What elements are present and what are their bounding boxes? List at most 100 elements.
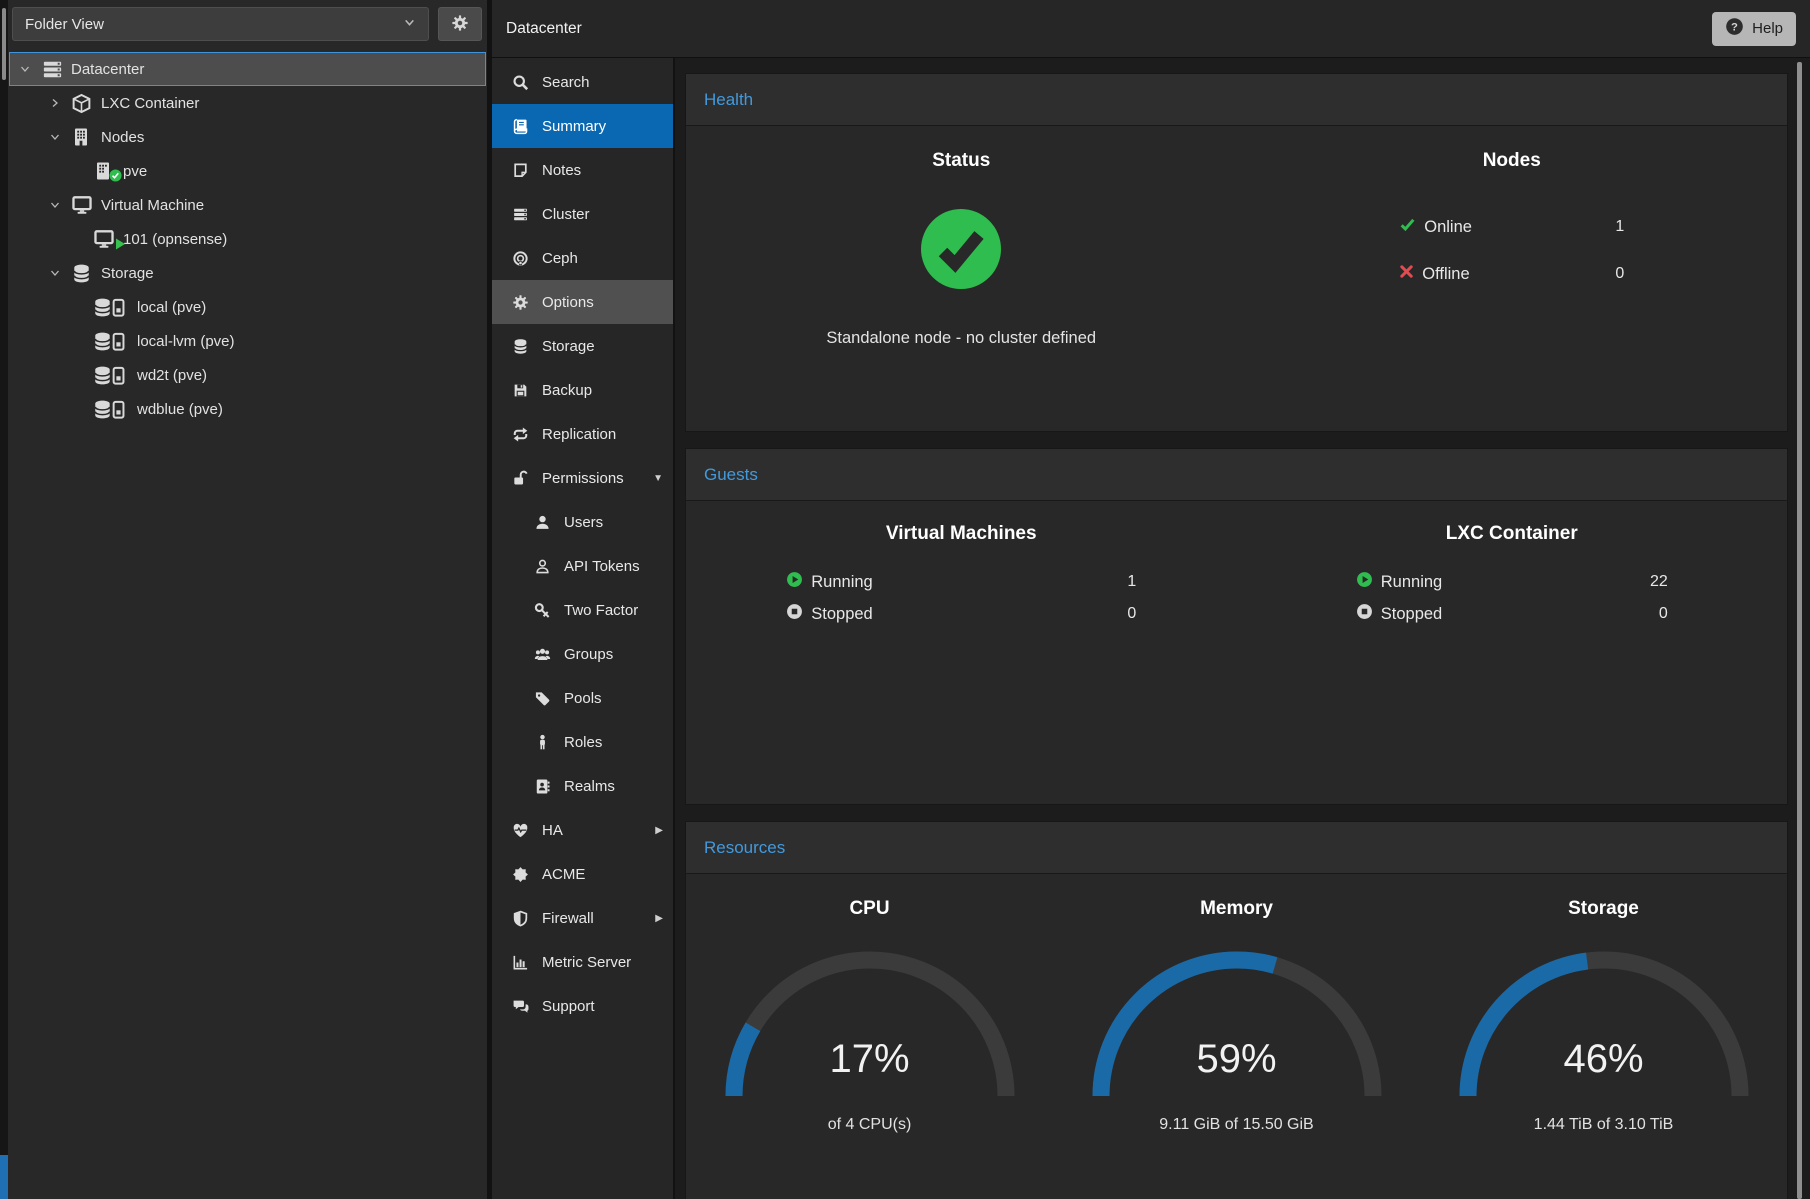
- expander-down-icon[interactable]: [49, 267, 71, 279]
- cluster-status-section: Status Standalone node - no cluster defi…: [686, 126, 1237, 431]
- tree-item-lxc-container[interactable]: LXC Container: [9, 86, 486, 120]
- nav-item-api-tokens[interactable]: API Tokens: [492, 544, 673, 588]
- tree-item-nodes[interactable]: Nodes: [9, 120, 486, 154]
- play-circle-icon: [1356, 571, 1373, 593]
- storage-gauge-section: Storage 46% 1.44 TiB of 3.10 TiB: [1420, 874, 1787, 1199]
- nodes-heading: Nodes: [1237, 150, 1788, 172]
- memory-heading: Memory: [1053, 898, 1420, 920]
- nav-item-ha[interactable]: HA ▶: [492, 808, 673, 852]
- nav-item-backup[interactable]: Backup: [492, 368, 673, 412]
- container-cube-icon: [71, 93, 101, 114]
- chevron-right-icon: ▶: [655, 825, 663, 836]
- person-icon: [533, 734, 551, 751]
- nav-item-label: Users: [564, 514, 603, 531]
- nav-item-ceph[interactable]: Ceph: [492, 236, 673, 280]
- cpu-percent: 17%: [720, 1037, 1020, 1082]
- nav-item-options[interactable]: Options: [492, 280, 673, 324]
- lxc-running-row: Running: [1356, 571, 1530, 593]
- status-ok-icon: [686, 206, 1237, 297]
- nodes-offline-value: 0: [1615, 265, 1624, 283]
- vm-running-row: Running: [786, 571, 977, 593]
- storage-detail: 1.44 TiB of 3.10 TiB: [1420, 1116, 1787, 1134]
- users-group-icon: [533, 646, 551, 663]
- tree-item-label: Storage: [101, 265, 154, 282]
- nav-item-notes[interactable]: Notes: [492, 148, 673, 192]
- tree-item-storage[interactable]: Storage: [9, 256, 486, 290]
- tag-icon: [533, 690, 551, 707]
- comments-icon: [511, 998, 529, 1015]
- ceph-icon: [511, 250, 529, 267]
- nav-item-label: Replication: [542, 426, 616, 443]
- view-mode-select[interactable]: Folder View: [12, 7, 429, 41]
- building-icon: [71, 127, 101, 147]
- tree-item-datacenter[interactable]: Datacenter: [9, 52, 486, 86]
- nav-item-pools[interactable]: Pools: [492, 676, 673, 720]
- vm-heading: Virtual Machines: [686, 523, 1237, 545]
- nav-item-two-factor[interactable]: Two Factor: [492, 588, 673, 632]
- help-button[interactable]: ? Help: [1712, 12, 1796, 46]
- node-icon: [93, 161, 123, 181]
- nav-item-label: Ceph: [542, 250, 578, 267]
- cpu-gauge: 17%: [720, 946, 1020, 1104]
- chevron-right-icon: ▶: [655, 913, 663, 924]
- address-book-icon: [533, 778, 551, 795]
- nav-item-label: Search: [542, 74, 590, 91]
- user-icon: [533, 514, 551, 531]
- nav-item-label: ACME: [542, 866, 585, 883]
- nav-item-replication[interactable]: Replication: [492, 412, 673, 456]
- replication-arrows-icon: [511, 426, 529, 443]
- nav-item-search[interactable]: Search: [492, 60, 673, 104]
- nav-item-firewall[interactable]: Firewall ▶: [492, 896, 673, 940]
- expander-right-icon[interactable]: [49, 97, 71, 109]
- nav-item-permissions[interactable]: Permissions ▼: [492, 456, 673, 500]
- vm-guests-section: Virtual Machines Running 1 Stopped: [686, 501, 1237, 804]
- nav-item-label: Support: [542, 998, 595, 1015]
- tree-item-vm-101[interactable]: 101 (opnsense): [9, 222, 486, 256]
- nav-item-storage[interactable]: Storage: [492, 324, 673, 368]
- nav-item-metric-server[interactable]: Metric Server: [492, 940, 673, 984]
- nav-item-acme[interactable]: ACME: [492, 852, 673, 896]
- expander-down-icon[interactable]: [49, 199, 71, 211]
- tree-item-label: local (pve): [137, 299, 206, 316]
- running-play-badge: [115, 238, 126, 250]
- chevron-down-icon: ▼: [653, 473, 663, 484]
- expander-down-icon[interactable]: [19, 63, 41, 75]
- tree-item-storage-wd2t[interactable]: wd2t (pve): [9, 358, 486, 392]
- nav-item-roles[interactable]: Roles: [492, 720, 673, 764]
- lxc-heading: LXC Container: [1237, 523, 1788, 545]
- tree-item-virtual-machine[interactable]: Virtual Machine: [9, 188, 486, 222]
- storage-percent: 46%: [1454, 1037, 1754, 1082]
- memory-gauge-section: Memory 59% 9.11 GiB of 15.50 GiB: [1053, 874, 1420, 1199]
- tree-item-label: local-lvm (pve): [137, 333, 235, 350]
- tree-item-pve[interactable]: pve: [9, 154, 486, 188]
- nav-item-support[interactable]: Support: [492, 984, 673, 1028]
- nav-item-groups[interactable]: Groups: [492, 632, 673, 676]
- tree-item-storage-wdblue[interactable]: wdblue (pve): [9, 392, 486, 426]
- resource-tree: Datacenter LXC Container Nodes pve V: [8, 48, 487, 426]
- storage-heading: Storage: [1420, 898, 1787, 920]
- storage-drive-icon: [93, 331, 137, 352]
- floppy-icon: [511, 382, 529, 399]
- resources-panel-header: Resources: [686, 822, 1787, 874]
- nav-item-summary[interactable]: Summary: [492, 104, 673, 148]
- tree-settings-button[interactable]: [438, 7, 482, 41]
- health-panel-header: Health: [686, 74, 1787, 126]
- content-scrollbar[interactable]: [1797, 62, 1802, 1199]
- stop-circle-icon: [1356, 603, 1373, 625]
- database-icon: [71, 263, 101, 284]
- edge-scrollbar-thumb[interactable]: [2, 8, 6, 80]
- tree-item-label: LXC Container: [101, 95, 199, 112]
- chevron-down-icon: [403, 16, 416, 33]
- nav-item-cluster[interactable]: Cluster: [492, 192, 673, 236]
- tree-item-storage-local[interactable]: local (pve): [9, 290, 486, 324]
- nav-item-users[interactable]: Users: [492, 500, 673, 544]
- nav-item-realms[interactable]: Realms: [492, 764, 673, 808]
- expander-down-icon[interactable]: [49, 131, 71, 143]
- guests-panel-header: Guests: [686, 449, 1787, 501]
- vm-stopped-row: Stopped: [786, 603, 977, 625]
- health-title: Health: [704, 90, 753, 110]
- nav-item-label: Storage: [542, 338, 595, 355]
- cpu-detail: of 4 CPU(s): [686, 1116, 1053, 1134]
- shield-icon: [511, 910, 529, 927]
- tree-item-storage-local-lvm[interactable]: local-lvm (pve): [9, 324, 486, 358]
